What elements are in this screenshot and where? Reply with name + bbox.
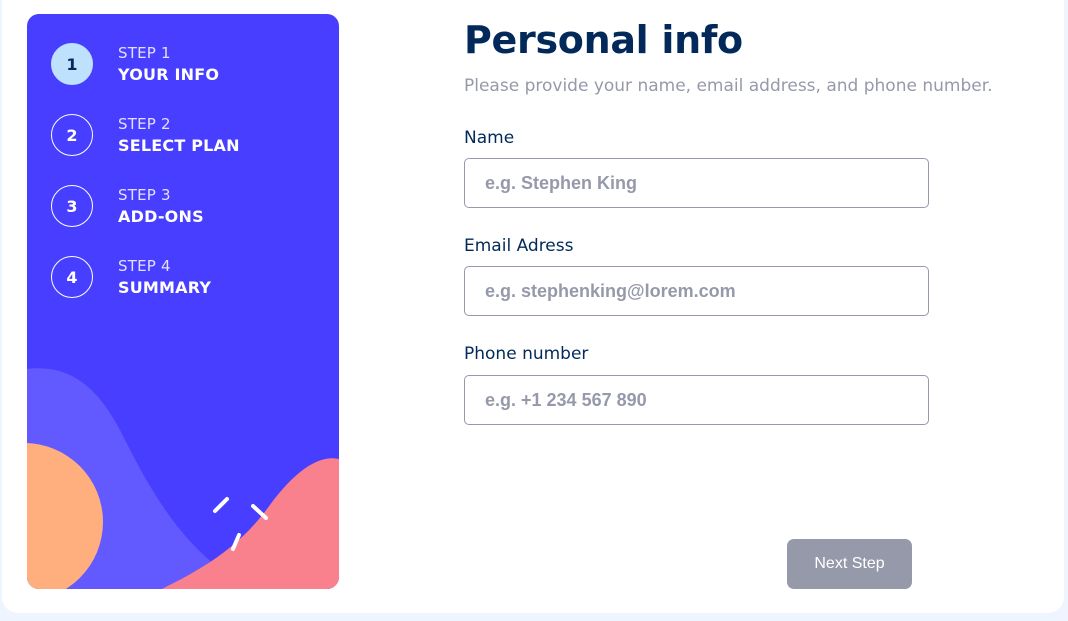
email-label: Email Adress bbox=[464, 236, 574, 256]
name-label: Name bbox=[464, 128, 515, 148]
phone-input[interactable] bbox=[464, 375, 929, 425]
step-name: YOUR INFO bbox=[118, 65, 220, 84]
step-item-2[interactable]: 2 STEP 2 SELECT PLAN bbox=[51, 112, 311, 158]
step-label: STEP 2 bbox=[118, 115, 171, 133]
step-item-3[interactable]: 3 STEP 3 ADD-ONS bbox=[51, 183, 311, 229]
step-label: STEP 4 bbox=[118, 257, 171, 275]
name-input[interactable] bbox=[464, 158, 929, 208]
step-name: ADD-ONS bbox=[118, 207, 204, 226]
step-number-badge: 3 bbox=[51, 185, 93, 227]
sidebar-background-illustration bbox=[27, 368, 339, 589]
step-name: SUMMARY bbox=[118, 278, 212, 297]
step-label: STEP 1 bbox=[118, 44, 171, 62]
email-input[interactable] bbox=[464, 266, 929, 316]
step-number-badge: 2 bbox=[51, 114, 93, 156]
step-item-1[interactable]: 1 STEP 1 YOUR INFO bbox=[51, 41, 311, 87]
phone-label: Phone number bbox=[464, 344, 589, 364]
step-name: SELECT PLAN bbox=[118, 136, 240, 155]
step-item-4[interactable]: 4 STEP 4 SUMMARY bbox=[51, 254, 311, 300]
sidebar: 1 STEP 1 YOUR INFO 2 STEP 2 SELECT PLAN … bbox=[27, 14, 339, 589]
step-label: STEP 3 bbox=[118, 186, 171, 204]
page-subtitle: Please provide your name, email address,… bbox=[464, 76, 993, 96]
step-number-badge: 4 bbox=[51, 256, 93, 298]
next-step-button[interactable]: Next Step bbox=[787, 539, 912, 589]
step-number-badge: 1 bbox=[51, 43, 93, 85]
page-title: Personal info bbox=[464, 18, 743, 62]
